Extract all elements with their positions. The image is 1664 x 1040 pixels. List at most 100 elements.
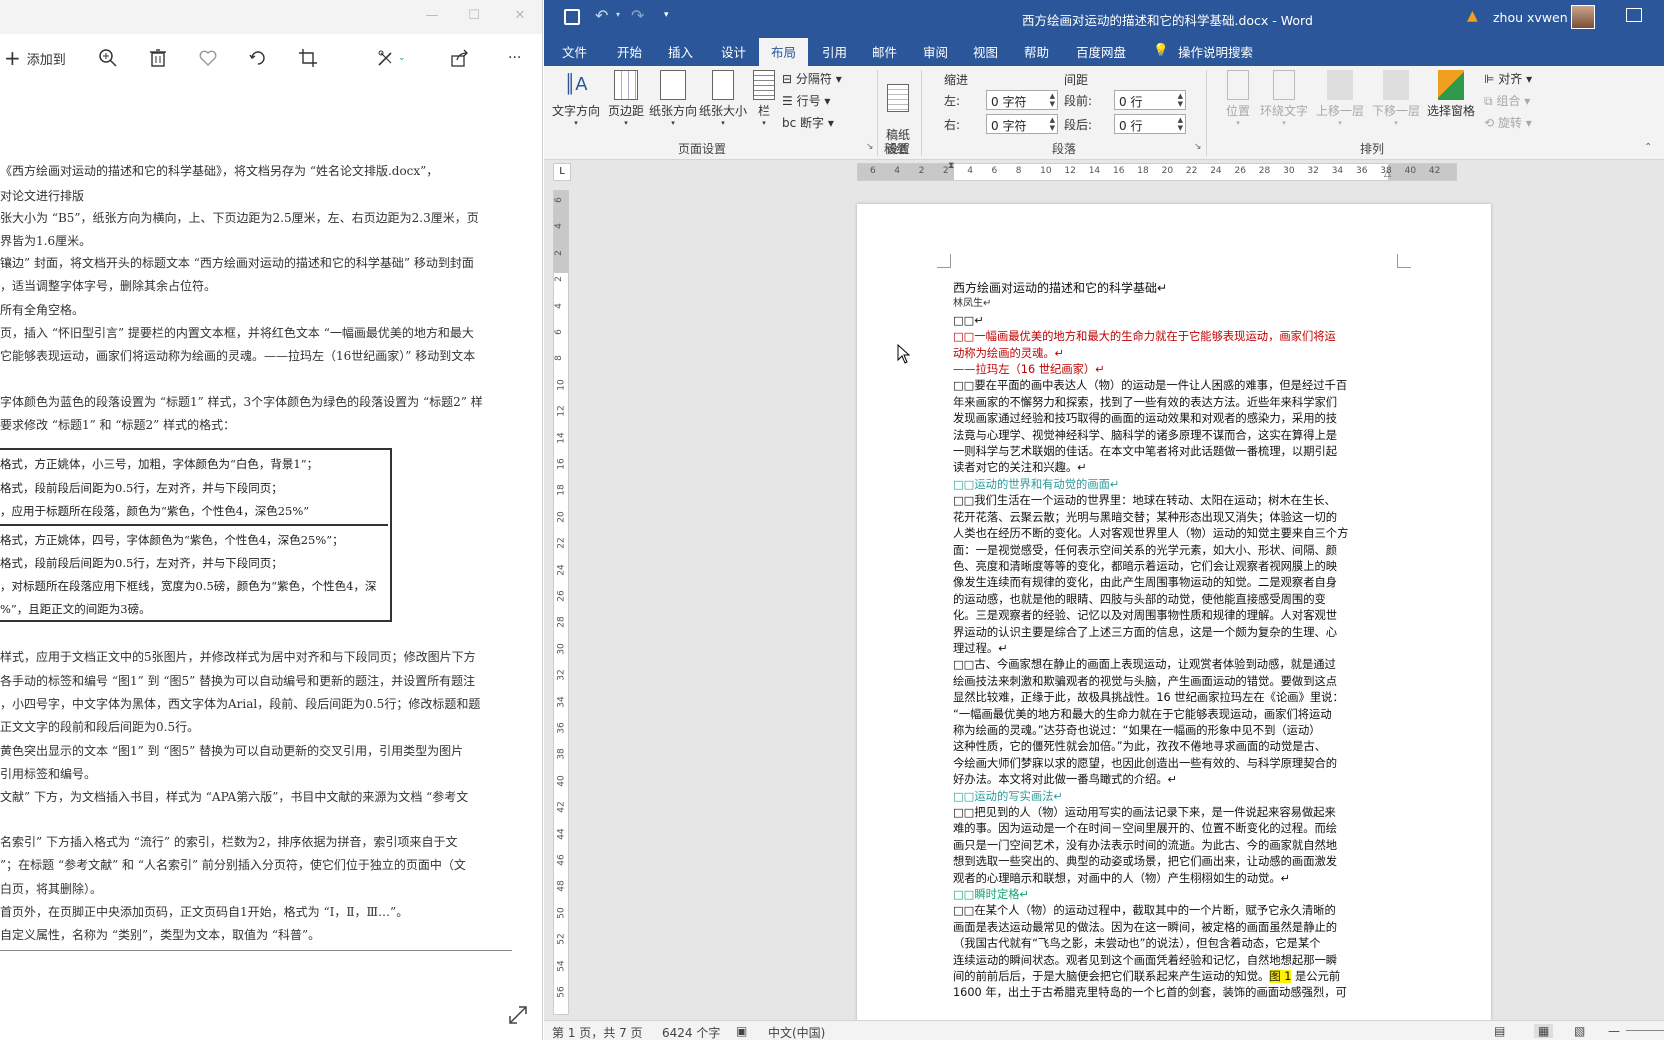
line-numbers-button[interactable]: ☰ 行号 ▾ bbox=[782, 92, 830, 109]
wrap-text-button[interactable]: 环绕文字 ▾ bbox=[1258, 70, 1310, 127]
page-count[interactable]: 第 1 页，共 7 页 bbox=[552, 1024, 643, 1040]
crop-button[interactable] bbox=[298, 46, 318, 70]
tab-insert[interactable]: 插入 bbox=[668, 42, 693, 61]
tab-help[interactable]: 帮助 bbox=[1024, 42, 1049, 61]
text-direction-button[interactable]: ║A 文字方向 ▾ bbox=[548, 70, 604, 127]
favorite-button[interactable] bbox=[198, 46, 218, 70]
maximize-icon[interactable]: ☐ bbox=[464, 8, 484, 26]
dialog-launcher-icon[interactable]: ↘ bbox=[866, 142, 874, 152]
tab-selector[interactable]: L bbox=[553, 163, 571, 181]
more-icon: ··· bbox=[508, 50, 522, 66]
zoom-in-button[interactable] bbox=[98, 46, 118, 70]
zoom-out-icon[interactable]: — bbox=[1608, 1024, 1620, 1038]
space-before-input[interactable]: 0 行 ▲ ▼ bbox=[1114, 90, 1186, 110]
line-numbers-icon: ☰ bbox=[782, 94, 797, 108]
spinner-arrows-icon[interactable]: ▲ ▼ bbox=[1178, 92, 1183, 108]
position-button[interactable]: 位置 ▾ bbox=[1220, 70, 1256, 127]
tab-view[interactable]: 视图 bbox=[973, 42, 998, 61]
tab-review[interactable]: 审阅 bbox=[923, 42, 948, 61]
customize-qat-icon[interactable]: ▾ bbox=[664, 10, 669, 20]
minimize-icon[interactable]: — bbox=[422, 8, 442, 26]
web-layout-icon[interactable]: ▧ bbox=[1574, 1024, 1585, 1038]
tab-mailings[interactable]: 邮件 bbox=[872, 42, 897, 61]
orientation-button[interactable]: 纸张方向 ▾ bbox=[648, 70, 698, 127]
rotate-label: 旋转 bbox=[1497, 116, 1522, 130]
ribbon-display-options-icon[interactable] bbox=[1626, 8, 1642, 22]
zoom-in-icon bbox=[99, 49, 117, 67]
wrap-text-icon bbox=[1273, 70, 1295, 100]
paragraph: □□古、今画家想在静止的画面上表现运动，让观赏者体验到动感，就是通过 绘画技法来… bbox=[953, 657, 1393, 788]
document-body[interactable]: 西方绘画对运动的描述和它的科学基础↵ 林凤生↵ □□↵ □□一幅画最优美的地方和… bbox=[953, 280, 1393, 1002]
spinner-arrows-icon[interactable]: ▲ ▼ bbox=[1050, 92, 1055, 108]
tell-me-search[interactable]: 操作说明搜索 bbox=[1178, 42, 1253, 61]
margins-button[interactable]: 页边距 ▾ bbox=[604, 70, 648, 127]
close-icon[interactable]: ✕ bbox=[510, 8, 530, 26]
selection-pane-button[interactable]: 选择窗格 bbox=[1424, 70, 1478, 119]
word-count[interactable]: 6424 个字 bbox=[662, 1024, 720, 1040]
group-button[interactable]: ⧉ 组合 ▾ bbox=[1484, 92, 1530, 109]
columns-button[interactable]: 栏 ▾ bbox=[750, 70, 778, 127]
delete-button[interactable] bbox=[148, 46, 168, 70]
photo-viewer-window: — ☐ ✕ + 添加到 ⌄ ··· 《西方绘画对运动的描述和它的科学基础》，将文… bbox=[0, 0, 543, 1040]
paragraph-line: 1600 年，出土于古希腊克里特岛的一个匕首的剑套，装饰的画面动感强烈，可 bbox=[953, 986, 1347, 1000]
tab-design[interactable]: 设计 bbox=[721, 42, 746, 61]
save-icon[interactable] bbox=[564, 9, 580, 25]
ruler-tick: 26 bbox=[1234, 166, 1246, 176]
expand-icon[interactable] bbox=[506, 1003, 530, 1027]
dialog-launcher-icon[interactable]: ↘ bbox=[1194, 142, 1202, 152]
ruler-tick: 48 bbox=[556, 880, 567, 893]
add-to-button[interactable]: + 添加到 bbox=[4, 46, 66, 70]
tab-references[interactable]: 引用 bbox=[822, 42, 847, 61]
breaks-button[interactable]: ⊟ 分隔符 ▾ bbox=[782, 70, 842, 87]
indent-left-input[interactable]: 0 字符 ▲ ▼ bbox=[986, 90, 1058, 110]
tab-baidu-netdisk[interactable]: 百度网盘 bbox=[1076, 42, 1126, 61]
send-backward-button[interactable]: 下移一层 ▾ bbox=[1370, 70, 1422, 127]
bring-forward-button[interactable]: 上移一层 ▾ bbox=[1314, 70, 1366, 127]
horizontal-ruler[interactable]: ⧗ △ 6 4 2 2 4 6 8 10 12 14 16 18 20 22 24 26 28 30 32 34 36 3… bbox=[857, 161, 1457, 181]
align-button[interactable]: ⊫ 对齐 ▾ bbox=[1484, 70, 1532, 87]
more-button[interactable]: ··· bbox=[508, 46, 521, 70]
collapse-ribbon-icon[interactable]: ⌃ bbox=[1644, 142, 1652, 153]
warning-icon[interactable]: ▲ bbox=[1467, 8, 1478, 24]
indent-right-input[interactable]: 0 字符 ▲ ▼ bbox=[986, 114, 1058, 134]
hyphenation-button[interactable]: bc 断字 ▾ bbox=[782, 114, 834, 131]
avatar[interactable] bbox=[1571, 5, 1595, 29]
box-line: ，应用于标题所在段落，颜色为“紫色，个性色4，深色25%” bbox=[0, 504, 310, 518]
paragraph-line: 年来画家的不懈努力和探索，找到了一些有效的表达方法。近些年来科学家们 bbox=[953, 395, 1338, 409]
indent-marker-icon[interactable]: ⧗ bbox=[948, 161, 954, 171]
rotate-button[interactable]: ⟲ 旋转 ▾ bbox=[1484, 114, 1532, 131]
status-bar: 第 1 页，共 7 页 6424 个字 ▣ 中文(中国) ▤ ▦ ▧ — bbox=[544, 1020, 1664, 1040]
undo-icon[interactable]: ↶ bbox=[595, 6, 608, 25]
vertical-ruler[interactable]: 6 4 2 2 4 6 8 10 12 14 16 18 20 22 24 26 28 30 32 34 36 38 40 4… bbox=[553, 190, 569, 1015]
paragraph-line: 一则科学与艺术联姻的佳话。在本文中笔者将对此话题做一番梳理，以期引起 bbox=[953, 445, 1338, 459]
paragraph-line: 人类也在经历不断的变化。人对客观世界里人（物）运动的知觉主要来自三个方 bbox=[953, 527, 1349, 541]
space-after-label: 段后: bbox=[1064, 118, 1093, 132]
tab-file[interactable]: 文件 bbox=[562, 42, 587, 61]
zoom-slider[interactable] bbox=[1626, 1030, 1664, 1031]
spinner-arrows-icon[interactable]: ▲ ▼ bbox=[1050, 116, 1055, 132]
user-name[interactable]: zhou xvwen bbox=[1493, 10, 1568, 25]
edit-enhance-button[interactable]: ⌄ bbox=[376, 46, 406, 70]
print-layout-icon[interactable]: ▦ bbox=[1534, 1024, 1554, 1038]
size-button[interactable]: 纸张大小 ▾ bbox=[698, 70, 748, 127]
tab-layout[interactable]: 布局 bbox=[759, 38, 809, 66]
chevron-down-icon[interactable]: ▾ bbox=[616, 10, 620, 19]
instruction-line: 样式，应用于文档正文中的5张图片，并修改样式为居中对齐和与下段同页；修改图片下方 bbox=[0, 650, 476, 664]
plus-icon: + bbox=[4, 46, 21, 70]
read-mode-icon[interactable]: ▤ bbox=[1494, 1024, 1505, 1038]
tab-home[interactable]: 开始 bbox=[617, 42, 642, 61]
text-direction-icon: ║A bbox=[564, 74, 588, 95]
instruction-line: ，小四号字，中文字体为黑体，西文字体为Arial，段前、段后间距为0.5行；修改… bbox=[0, 697, 481, 711]
mouse-cursor-icon bbox=[897, 344, 911, 364]
rotate-button[interactable] bbox=[248, 46, 268, 70]
ruler-tick: 6 bbox=[991, 166, 998, 176]
space-after-input[interactable]: 0 行 ▲ ▼ bbox=[1114, 114, 1186, 134]
share-button[interactable] bbox=[450, 46, 470, 70]
text-run: 间的前前后后，于是大脑便会把它们联系起来产生运动的知觉。 bbox=[953, 970, 1270, 984]
spinner-arrows-icon[interactable]: ▲ ▼ bbox=[1178, 116, 1183, 132]
document-page[interactable]: 西方绘画对运动的描述和它的科学基础↵ 林凤生↵ □□↵ □□一幅画最优美的地方和… bbox=[857, 204, 1491, 1020]
paragraph-line: □□古、今画家想在静止的画面上表现运动，让观赏者体验到动感，就是通过 bbox=[953, 658, 1336, 672]
redo-icon[interactable]: ↷ bbox=[631, 6, 644, 25]
language-indicator[interactable]: 中文(中国) bbox=[768, 1024, 825, 1040]
proofing-icon[interactable]: ▣ bbox=[736, 1024, 747, 1038]
